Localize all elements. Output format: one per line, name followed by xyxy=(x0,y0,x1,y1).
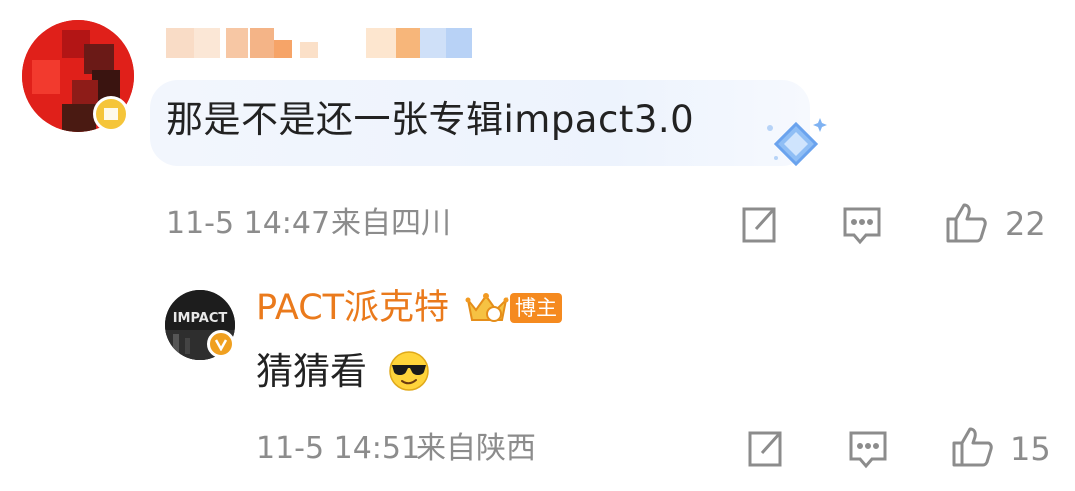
share-icon[interactable] xyxy=(742,427,786,471)
reply-text: 猜猜看 xyxy=(256,350,367,393)
comment-like-count: 22 xyxy=(1005,205,1046,243)
blogger-badge: 博主 xyxy=(510,293,562,323)
comment-icon[interactable] xyxy=(846,427,890,471)
verified-badge-icon xyxy=(207,330,235,358)
reply-timestamp: 11-5 14:51 xyxy=(256,431,421,466)
thumbs-up-icon[interactable] xyxy=(950,425,994,469)
comment-icon[interactable] xyxy=(840,203,884,247)
cool-sunglasses-emoji xyxy=(388,350,430,392)
diamond-decoration-icon xyxy=(760,112,832,172)
share-icon[interactable] xyxy=(736,203,780,247)
avatar-logo-text: IMPACT xyxy=(173,311,228,326)
reply-author-name[interactable]: PACT派克特 xyxy=(256,288,449,328)
reply-like-count: 15 xyxy=(1010,430,1051,468)
comment-timestamp: 11-5 14:47 xyxy=(166,206,331,241)
reply-location: 来自陕西 xyxy=(416,431,536,466)
thumbs-up-icon[interactable] xyxy=(944,201,988,245)
verified-badge-icon xyxy=(93,96,129,132)
commenter-name-blurred[interactable] xyxy=(166,28,476,58)
comment-text: 那是不是还一张专辑impact3.0 xyxy=(166,98,695,141)
comment-location: 来自四川 xyxy=(331,206,451,241)
